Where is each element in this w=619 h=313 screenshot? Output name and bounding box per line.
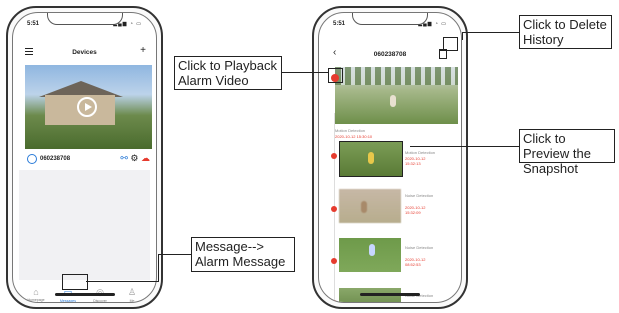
callout-playback: Click to Playback Alarm Video <box>174 56 282 90</box>
event-marker <box>331 258 337 264</box>
snapshot-thumbnail[interactable] <box>339 189 401 223</box>
event-marker <box>331 153 337 159</box>
event-time: 2020-10-12 15:32:09 <box>405 205 426 215</box>
tab-label: Discover <box>93 299 107 303</box>
live-video-thumbnail[interactable] <box>25 65 152 149</box>
right-phone: 5:51 ▂▄▆ ◔ ▭ ‹ 060238708 Motion Detectio… <box>312 6 468 309</box>
callout-line <box>158 254 159 282</box>
tab-me[interactable]: ♙ Me <box>117 287 147 303</box>
event-time: 2020-10-12 <box>405 301 427 302</box>
play-icon[interactable] <box>77 97 97 117</box>
event-type: Noise Detection <box>405 245 434 250</box>
event-time: 2020-10-12 08:52:53 <box>405 257 426 267</box>
callout-line <box>86 281 159 282</box>
callout-line <box>282 72 329 73</box>
device-row[interactable]: 060238708 ⚯ ⚙ ☁ <box>25 153 152 167</box>
callout-line <box>410 146 519 147</box>
callout-message: Message--> Alarm Message <box>191 237 295 272</box>
phone-notch <box>352 13 428 25</box>
alarm-video-type: Motion Detection <box>335 128 366 133</box>
tab-label: Homepage <box>27 298 45 302</box>
status-icons: ▂▄▆ ◔ ▭ <box>418 21 447 27</box>
alarm-video-time: 2020-10-12 15:30:10 <box>335 134 373 139</box>
phone-notch <box>46 13 123 25</box>
page-title: Devices <box>72 49 97 56</box>
highlight-box <box>62 274 88 290</box>
tab-label: Me <box>129 299 135 303</box>
snapshot-figure <box>361 201 367 213</box>
snapshot-thumbnail[interactable] <box>339 238 401 272</box>
user-icon: ♙ <box>127 287 137 297</box>
settings-icon[interactable]: ⚙ <box>130 153 138 163</box>
snapshot-figure <box>369 244 375 256</box>
left-phone: 5:51 ▂▄▆ ◔ ▭ Devices + 060238708 ⚯ ⚙ ☁ ⌂… <box>6 6 163 309</box>
left-phone-screen: 5:51 ▂▄▆ ◔ ▭ Devices + 060238708 ⚯ ⚙ ☁ ⌂… <box>12 12 157 303</box>
status-time: 5:51 <box>333 21 346 27</box>
snapshot-figure <box>368 152 374 164</box>
highlight-box <box>328 68 343 83</box>
status-icons: ▂▄▆ ◔ ▭ <box>113 21 142 27</box>
callout-line <box>158 254 191 255</box>
cloud-icon[interactable]: ☁ <box>141 153 150 163</box>
video-figure <box>390 95 396 107</box>
tab-label: Messages <box>60 299 76 303</box>
tab-homepage[interactable]: ⌂ Homepage <box>21 287 51 302</box>
callout-delete: Click to Delete History <box>519 15 612 49</box>
callout-line <box>462 32 519 33</box>
highlight-box <box>443 37 458 51</box>
device-avatar-icon <box>27 154 37 164</box>
add-device-icon[interactable]: + <box>140 45 146 56</box>
device-list-empty-area <box>19 170 150 280</box>
snapshot-thumbnail[interactable] <box>339 141 403 177</box>
home-indicator <box>360 293 420 296</box>
right-phone-screen: 5:51 ▂▄▆ ◔ ▭ ‹ 060238708 Motion Detectio… <box>318 12 462 303</box>
event-marker <box>331 206 337 212</box>
device-id: 060238708 <box>40 156 71 162</box>
event-type: Motion Detection <box>405 150 436 155</box>
home-indicator <box>54 293 115 296</box>
share-icon[interactable]: ⚯ <box>120 153 128 163</box>
event-time: 2020-10-12 15:32:13 <box>405 156 426 166</box>
device-actions: ⚯ ⚙ ☁ <box>120 153 150 164</box>
event-marker <box>331 300 337 302</box>
callout-line <box>462 32 463 40</box>
video-background <box>335 67 458 85</box>
home-icon: ⌂ <box>33 287 39 297</box>
callout-preview: Click to Preview the Snapshot <box>519 129 615 176</box>
event-type: Noise Detection <box>405 193 434 198</box>
alarm-video[interactable] <box>335 67 458 124</box>
status-time: 5:51 <box>27 21 40 27</box>
